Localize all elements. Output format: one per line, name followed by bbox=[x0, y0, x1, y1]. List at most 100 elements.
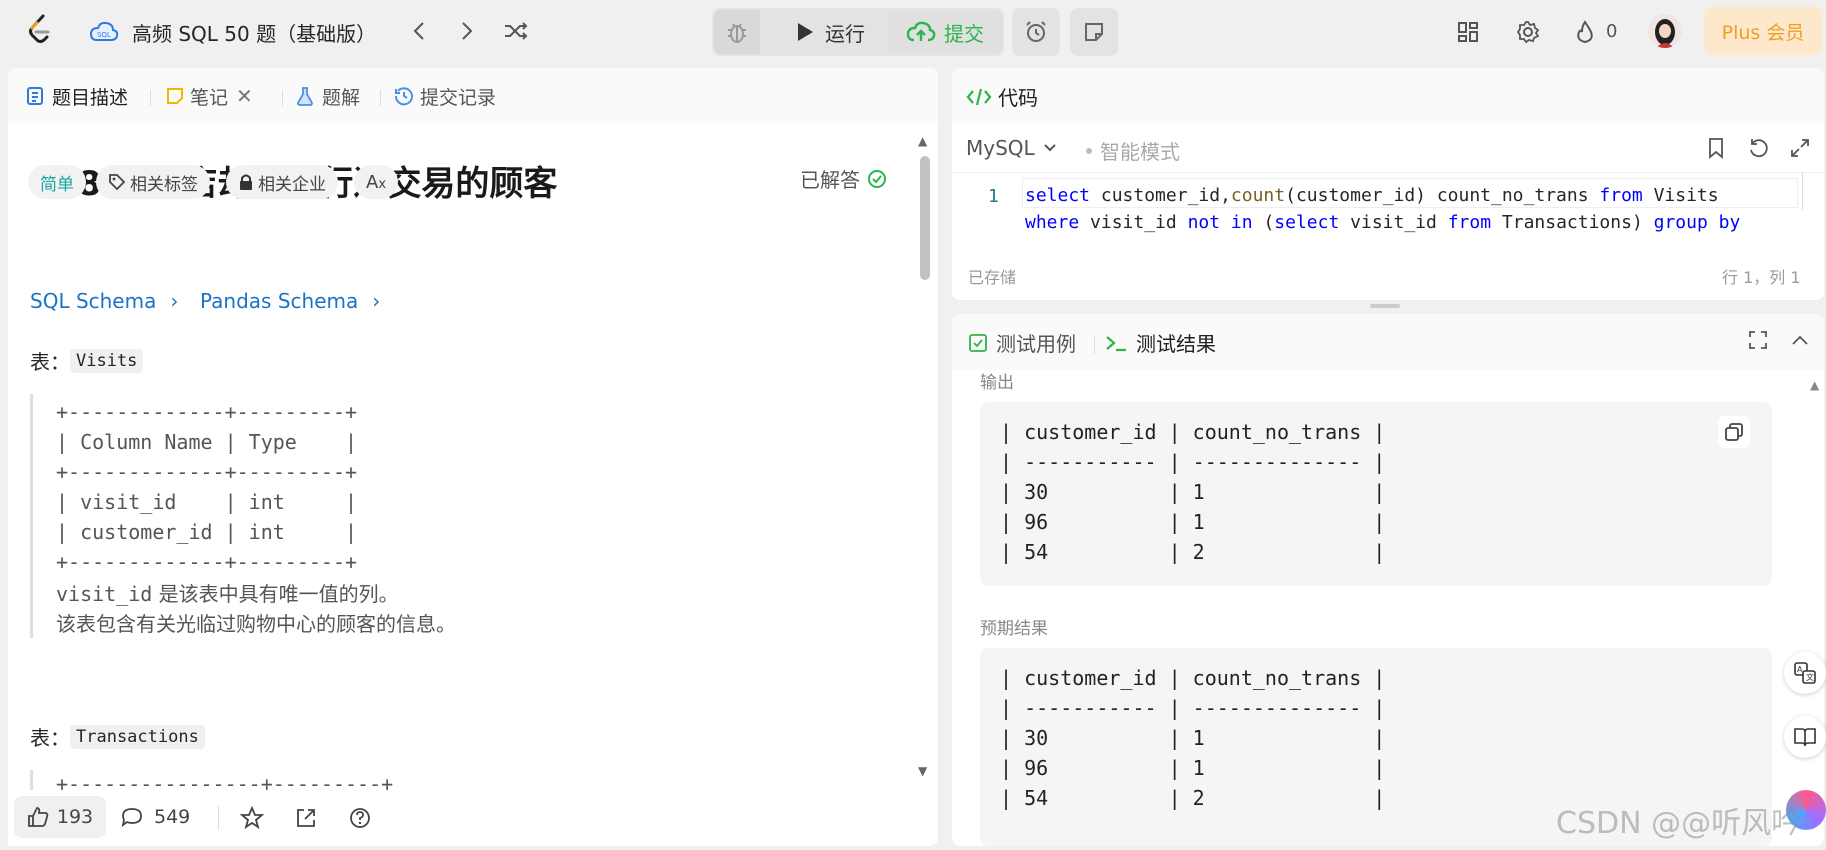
scroll-up-icon[interactable]: ▲ bbox=[918, 134, 932, 148]
expand-icon[interactable] bbox=[1786, 134, 1814, 162]
related-tags-button[interactable]: 相关标签 bbox=[96, 165, 210, 199]
flame-icon[interactable] bbox=[1572, 18, 1598, 46]
submit-button[interactable]: 提交 bbox=[888, 10, 1002, 54]
tab-solutions[interactable]: 题解 bbox=[296, 82, 360, 110]
related-tags-label: 相关标签 bbox=[130, 174, 198, 195]
tab-submissions[interactable]: 提交记录 bbox=[394, 82, 496, 110]
result-row: | customer_id | count_no_trans | bbox=[1000, 420, 1386, 444]
shuffle-icon[interactable] bbox=[500, 16, 532, 46]
note-icon[interactable] bbox=[1070, 8, 1118, 56]
book-float-icon[interactable] bbox=[1784, 716, 1826, 758]
study-plan-title[interactable]: 高频 SQL 50 题（基础版） bbox=[132, 18, 376, 47]
tab-notes[interactable]: 笔记 ✕ bbox=[166, 82, 253, 110]
chevron-up-icon[interactable] bbox=[1786, 326, 1814, 354]
flame-count: 0 bbox=[1606, 21, 1618, 42]
code-tab-label: 代码 bbox=[998, 86, 1038, 110]
result-row: | 54 | 2 | bbox=[1000, 786, 1386, 810]
tab-solutions-label: 题解 bbox=[322, 86, 361, 109]
lock-icon bbox=[240, 174, 252, 190]
tag-icon bbox=[109, 174, 126, 191]
gear-icon[interactable] bbox=[1514, 18, 1542, 46]
solved-status-label: 已解答 bbox=[800, 168, 860, 192]
pandas-schema-link[interactable]: Pandas Schema › bbox=[200, 289, 380, 313]
upload-cloud-icon bbox=[906, 21, 936, 42]
sql-schema-label: SQL Schema bbox=[30, 289, 157, 313]
translate-icon[interactable]: Ax bbox=[354, 165, 398, 199]
run-label: 运行 bbox=[825, 21, 865, 46]
chevron-left-icon[interactable] bbox=[404, 16, 434, 46]
language-select[interactable]: MySQL bbox=[966, 136, 1057, 160]
tab-description[interactable]: 题目描述 bbox=[26, 82, 128, 110]
result-row: | 30 | 1 | bbox=[1000, 480, 1386, 504]
flask-icon bbox=[297, 87, 313, 106]
schema-line: | customer_id | int | bbox=[56, 520, 358, 544]
star-icon[interactable] bbox=[238, 804, 266, 832]
scroll-up-icon[interactable]: ▲ bbox=[1810, 378, 1819, 392]
leetcode-logo-icon[interactable] bbox=[22, 12, 58, 48]
tab-divider bbox=[1094, 336, 1095, 354]
smart-mode-toggle[interactable]: 智能模式 bbox=[1086, 136, 1180, 165]
result-row: | 30 | 1 | bbox=[1000, 726, 1386, 750]
chevron-right-icon[interactable] bbox=[452, 16, 482, 46]
reset-icon[interactable] bbox=[1744, 134, 1772, 162]
output-label: 输出 bbox=[980, 373, 1014, 393]
table1-prefix: 表： bbox=[30, 350, 70, 374]
editor-top-border bbox=[952, 172, 1824, 173]
code-line-1[interactable]: select customer_id,count(customer_id) co… bbox=[1025, 185, 1719, 206]
tab-code[interactable]: 代码 bbox=[966, 82, 1038, 111]
result-row: | 54 | 2 | bbox=[1000, 540, 1386, 564]
layout-grid-icon[interactable] bbox=[1454, 18, 1482, 46]
resize-handle[interactable] bbox=[1370, 304, 1400, 308]
testcase-tab-label: 测试用例 bbox=[996, 332, 1076, 356]
schema-line: +-------------+---------+ bbox=[56, 460, 358, 484]
like-button[interactable]: 193 bbox=[14, 796, 106, 838]
saved-status: 已存储 bbox=[968, 268, 1017, 287]
fullscreen-icon[interactable] bbox=[1744, 326, 1772, 354]
cursor-position: 行 1，列 1 bbox=[1722, 268, 1801, 287]
run-button[interactable]: 运行 bbox=[776, 10, 884, 54]
close-icon[interactable]: ✕ bbox=[236, 84, 253, 108]
related-companies-label: 相关企业 bbox=[258, 174, 326, 195]
comment-button[interactable]: 549 bbox=[120, 796, 190, 838]
alarm-clock-icon[interactable] bbox=[1012, 8, 1060, 56]
watermark: CSDN @@听风吟 bbox=[1556, 806, 1802, 841]
results-tab-bar bbox=[952, 314, 1824, 370]
share-icon[interactable] bbox=[292, 804, 320, 832]
svg-text:SQL: SQL bbox=[97, 31, 111, 39]
left-tab-bar: 题目描述 笔记 ✕ 题解 提交记录 bbox=[8, 68, 938, 124]
translate-float-icon[interactable]: A文 bbox=[1784, 652, 1826, 694]
left-scrollbar-thumb[interactable] bbox=[920, 156, 930, 280]
table2-name: Transactions bbox=[70, 724, 205, 749]
language-label: MySQL bbox=[966, 136, 1035, 160]
expected-label: 预期结果 bbox=[980, 619, 1048, 639]
schema-line: | visit_id | int | bbox=[56, 490, 358, 514]
bookmark-icon[interactable] bbox=[1702, 134, 1730, 162]
top-bar: SQL 高频 SQL 50 题（基础版） 运行 提交 0 Plus 会员 bbox=[0, 0, 1826, 62]
play-icon bbox=[798, 23, 813, 41]
chevron-down-icon bbox=[1043, 144, 1056, 152]
tab-divider bbox=[282, 90, 283, 106]
help-icon[interactable] bbox=[346, 804, 374, 832]
avatar[interactable] bbox=[1648, 14, 1682, 48]
line-number: 1 bbox=[988, 186, 999, 207]
chevron-right-icon: › bbox=[372, 289, 381, 313]
result-row: | customer_id | count_no_trans | bbox=[1000, 666, 1386, 690]
sql-schema-link[interactable]: SQL Schema › bbox=[30, 289, 178, 313]
scroll-down-icon[interactable]: ▼ bbox=[918, 764, 932, 778]
pandas-schema-label: Pandas Schema bbox=[200, 289, 359, 313]
sql-cloud-icon: SQL bbox=[88, 16, 120, 48]
copy-icon[interactable] bbox=[1718, 416, 1750, 448]
code-line-1-wrap[interactable]: where visit_id not in (select visit_id f… bbox=[1025, 212, 1740, 233]
submit-label: 提交 bbox=[944, 21, 984, 46]
tab-test-result[interactable]: 测试结果 bbox=[1104, 328, 1216, 357]
tab-testcase[interactable]: 测试用例 bbox=[968, 328, 1076, 357]
result-row: | ----------- | -------------- | bbox=[1000, 696, 1386, 720]
editor-minimap bbox=[1802, 172, 1824, 210]
plus-member-button[interactable]: Plus 会员 bbox=[1704, 7, 1822, 55]
table1-desc2: 该表包含有关光临过购物中心的顾客的信息。 bbox=[56, 612, 456, 636]
output-block: | customer_id | count_no_trans | | ------… bbox=[980, 402, 1772, 586]
debug-bug-icon[interactable] bbox=[714, 10, 760, 54]
terminal-icon bbox=[1106, 335, 1126, 351]
table1-desc1-code: visit_id bbox=[56, 582, 153, 606]
related-companies-button[interactable]: 相关企业 bbox=[226, 165, 338, 199]
